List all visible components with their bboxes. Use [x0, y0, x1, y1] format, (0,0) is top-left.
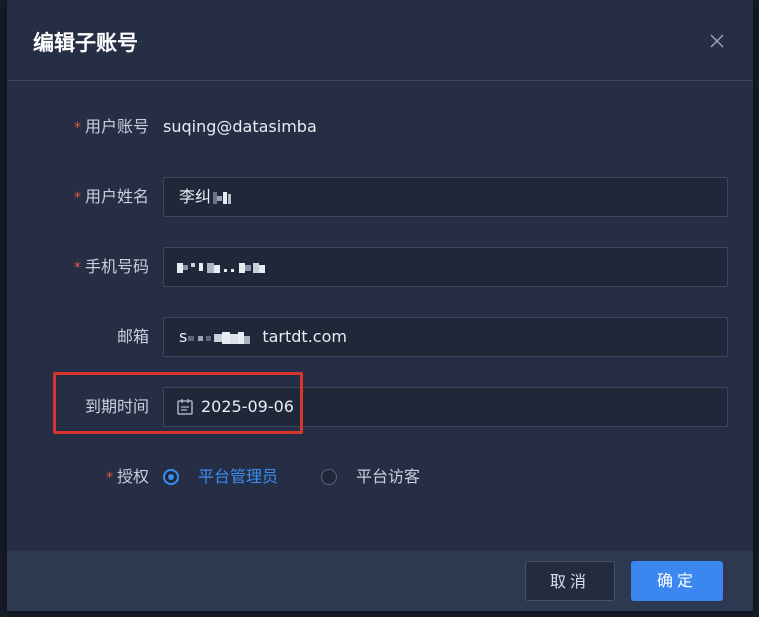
dialog-footer: 取消 确定 [7, 551, 753, 611]
dialog-title: 编辑子账号 [33, 31, 138, 55]
phone-row: * 手机号码 [7, 247, 753, 287]
email-input[interactable]: s tartdt.com [163, 317, 728, 357]
phone-input[interactable] [163, 247, 728, 287]
radio-unchecked-icon [321, 469, 337, 485]
account-row: * 用户账号 suqing@datasimba [7, 107, 753, 147]
auth-row: * 授权 平台管理员 平台访客 [7, 457, 753, 497]
radio-label: 平台访客 [356, 467, 421, 486]
required-mark: * [73, 260, 81, 276]
email-label: 邮箱 [116, 327, 149, 346]
account-value: suqing@datasimba [163, 117, 317, 136]
background-page-right [753, 0, 759, 617]
confirm-button[interactable]: 确定 [631, 561, 723, 601]
redacted-mosaic [188, 331, 251, 344]
email-value-suffix: tartdt.com [262, 327, 347, 346]
email-value-prefix: s [179, 327, 188, 346]
name-label: * 用户姓名 [73, 187, 149, 206]
name-row: * 用户姓名 李纠 [7, 177, 753, 217]
redacted-mosaic [177, 262, 265, 273]
dialog-header: 编辑子账号 [7, 0, 753, 81]
required-mark: * [105, 470, 113, 486]
annotation-highlight-box [53, 372, 303, 434]
email-row: 邮箱 s tartdt.com [7, 317, 753, 357]
radio-label: 平台管理员 [198, 467, 279, 486]
required-mark: * [73, 120, 81, 136]
required-mark: * [73, 190, 81, 206]
phone-label: * 手机号码 [73, 257, 149, 276]
redacted-mosaic [213, 191, 232, 204]
cancel-button[interactable]: 取消 [525, 561, 615, 601]
edit-sub-account-dialog: 编辑子账号 * 用户账号 suqing@datasimba * 用户姓名 李纠 * 手… [7, 0, 753, 611]
name-input[interactable]: 李纠 [163, 177, 728, 217]
account-label: * 用户账号 [73, 117, 149, 136]
auth-label: * 授权 [105, 467, 149, 486]
radio-checked-icon [163, 469, 179, 485]
close-icon[interactable] [709, 33, 725, 49]
name-value: 李纠 [179, 187, 212, 206]
